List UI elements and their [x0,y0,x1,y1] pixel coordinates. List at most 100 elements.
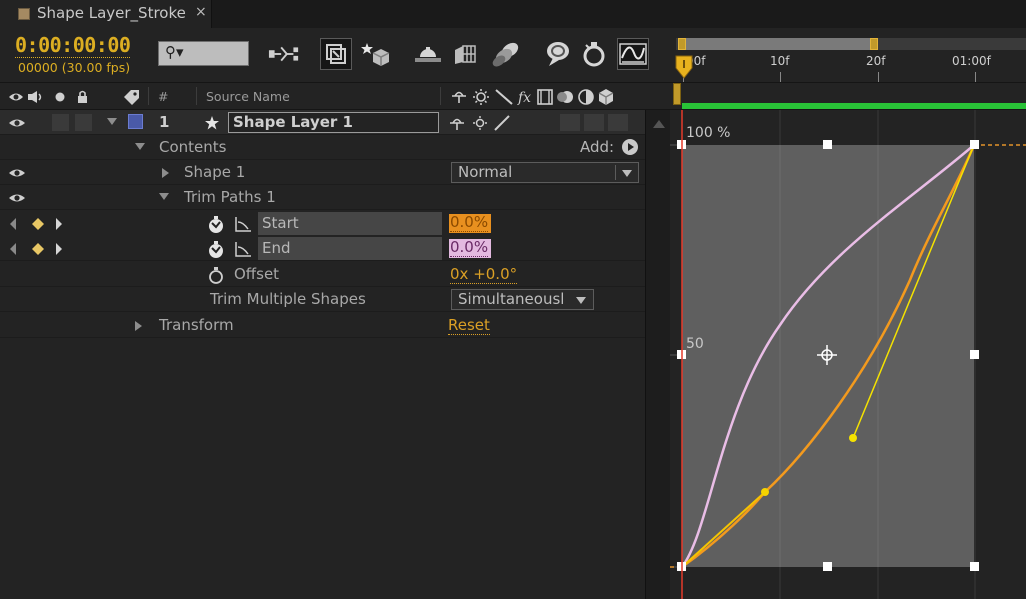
shape-group-row[interactable]: Shape 1 Normal [0,160,645,185]
start-value[interactable]: 0.0% [450,213,489,232]
dropdown-divider [615,165,616,180]
stopwatch-icon[interactable] [206,240,226,260]
contents-label: Contents [159,138,227,156]
ruler-tick-label: 01:00f [952,54,991,68]
work-area-start-marker[interactable] [673,83,681,105]
eye-icon [9,93,23,101]
speaker-icon [28,91,42,103]
add-label: Add: [580,138,615,156]
graph-toggle-icon[interactable] [234,241,252,257]
motion-blur-icon [455,45,476,64]
motion-blur-button[interactable] [450,38,482,70]
layer-expand-toggle[interactable] [107,118,117,125]
offset-label: Offset [234,265,280,283]
composition-tab-label: Shape Layer_Stroke [37,4,186,22]
composition-flowchart-button[interactable] [268,38,300,70]
layer-name: Shape Layer 1 [233,113,353,131]
stopwatch-button[interactable] [578,38,610,70]
shy-switch-icon [450,118,464,130]
time-navigator[interactable] [676,38,1026,50]
offset-value[interactable]: 0x +0.0° [450,265,518,284]
trim-paths-expand-toggle[interactable] [159,193,169,200]
transform-box-handle [823,140,832,149]
selection-bounding-box [682,145,974,567]
motion-blur-toggle[interactable] [560,114,580,131]
draft-3d-icon [326,44,346,64]
start-property-name: Start [258,212,442,235]
layer-number-header: # [158,89,169,104]
source-name-header[interactable]: Source Name [206,89,290,104]
trim-multiple-row[interactable]: Trim Multiple Shapes Simultaneousl [0,287,645,312]
frame-blending-icon [415,47,441,62]
adjustment-layer-toggle[interactable] [584,114,604,131]
stopwatch-icon [583,42,605,67]
composition-color-swatch [18,8,30,20]
outline-scrollbar[interactable] [645,110,670,599]
close-tab-button[interactable]: × [195,4,207,20]
layer-label-color[interactable] [128,114,143,129]
time-ruler[interactable]: 00f 10f 20f 01:00f [670,28,1026,82]
layer-row[interactable]: 1 Shape Layer 1 [0,110,645,135]
trim-multiple-dropdown[interactable]: Simultaneousl [451,289,594,310]
keyframe-diamond-icon [32,218,44,230]
eye-icon[interactable] [8,192,26,204]
start-property-row[interactable]: Start 0.0% [0,211,645,236]
brainstorm-button[interactable] [490,38,522,70]
shy-layers-button[interactable] [360,38,392,70]
contents-row[interactable]: Contents Add: [0,135,645,160]
solo-toggle[interactable] [52,114,69,131]
composition-tab[interactable]: Shape Layer_Stroke × [0,0,212,28]
frame-blending-button[interactable] [412,38,444,70]
lock-icon [78,90,87,103]
offset-property-row[interactable]: Offset 0x +0.0° [0,262,645,287]
layer-switches[interactable] [449,115,519,131]
solo-icon [55,92,65,102]
time-navigator-range[interactable] [678,38,878,50]
current-time-display[interactable]: 0:00:00:00 [15,33,131,58]
panel-tab-bar: Shape Layer_Stroke × [0,0,1026,28]
keyframe-navigator[interactable] [8,242,66,256]
reset-link[interactable]: Reset [448,316,490,335]
quality-icon [495,89,513,105]
trim-paths-row[interactable]: Trim Paths 1 [0,185,645,210]
blend-mode-value: Normal [458,163,513,181]
shape-group-expand-toggle[interactable] [162,168,169,178]
eye-icon[interactable] [8,167,26,179]
search-icon: ⚲▾ [165,43,184,61]
keyframe-navigator[interactable] [8,217,66,231]
current-time-indicator[interactable] [674,54,694,80]
scroll-up-arrow-icon[interactable] [653,120,665,128]
graph-canvas[interactable] [670,110,1026,599]
graph-toggle-icon[interactable] [234,216,252,232]
layer-name-field[interactable]: Shape Layer 1 [228,112,439,133]
end-value[interactable]: 0.0% [450,238,489,257]
eye-icon[interactable] [8,117,26,129]
transform-box-handle [970,140,979,149]
transform-box-handle [823,562,832,571]
search-input[interactable]: ⚲▾ [158,41,249,66]
ruler-tick-label: 20f [866,54,886,68]
label-tag-icon [124,90,139,105]
navigator-start-handle[interactable] [678,38,686,50]
transform-row[interactable]: Transform Reset [0,313,645,338]
3d-layer-toggle[interactable] [608,114,628,131]
stopwatch-icon[interactable] [206,215,226,235]
switches-header-icons: fx [452,89,614,106]
blend-mode-dropdown[interactable]: Normal [451,162,639,183]
navigator-end-handle[interactable] [870,38,878,50]
graph-editor[interactable]: 100 % 50 [670,110,1026,599]
lock-toggle[interactable] [75,114,92,131]
auto-keyframe-button[interactable] [540,38,572,70]
quality-switch-icon [494,115,510,131]
stopwatch-icon[interactable] [206,266,226,286]
bezier-handle-point [849,434,857,442]
transform-expand-toggle[interactable] [135,321,142,331]
graph-editor-button[interactable] [617,38,649,70]
contents-expand-toggle[interactable] [135,143,145,150]
motion-blur-column-icon [557,91,573,103]
work-area-bar[interactable] [682,103,1026,109]
end-property-row[interactable]: End 0.0% [0,236,645,261]
shy-icon [452,91,466,103]
add-content-button[interactable] [622,139,638,155]
draft-3d-button[interactable] [320,38,352,70]
